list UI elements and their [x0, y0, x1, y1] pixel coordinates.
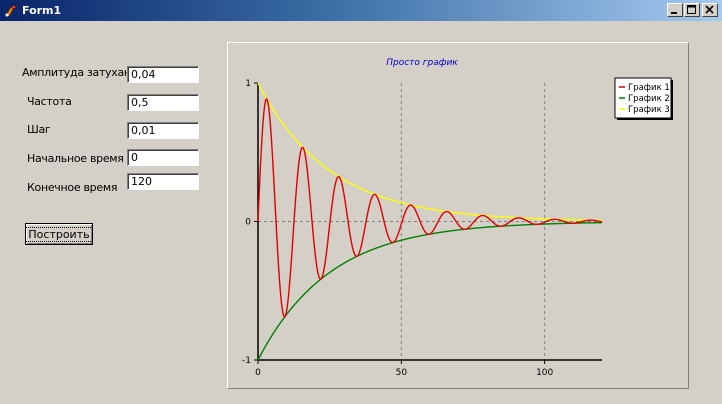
legend-label: График 3: [628, 105, 670, 115]
maximize-button[interactable]: [684, 3, 700, 17]
amplitude-input[interactable]: 0,04: [127, 66, 199, 83]
frequency-label: Частота: [27, 95, 72, 108]
x-tick-label: 50: [396, 368, 408, 378]
build-button[interactable]: Построить: [25, 223, 93, 245]
plot-area: [258, 83, 602, 360]
y-tick-label: -1: [242, 356, 251, 366]
title-bar[interactable]: Form1: [0, 0, 722, 21]
step-input[interactable]: 0,01: [127, 122, 199, 139]
legend-label: График 1: [628, 83, 670, 93]
close-icon: [705, 5, 714, 14]
y-tick-label: 0: [245, 218, 251, 228]
y-tick-label: 1: [245, 79, 251, 89]
minimize-icon: [671, 12, 677, 14]
step-label: Шаг: [27, 123, 51, 136]
start-time-input[interactable]: 0: [127, 149, 199, 166]
x-tick-label: 0: [255, 368, 261, 378]
window-controls: [666, 3, 718, 17]
window-title: Form1: [22, 4, 62, 17]
chart: Просто график 0 50 100-101 График 1График …: [242, 58, 673, 378]
chart-title: Просто график: [386, 58, 458, 68]
start-time-label: Начальное время: [27, 152, 124, 165]
legend-label: График 2: [628, 94, 670, 104]
maximize-icon: [687, 5, 696, 14]
legend: График 1График 2График 3: [614, 77, 673, 120]
frequency-input[interactable]: 0,5: [127, 94, 199, 111]
end-time-input[interactable]: 120: [127, 173, 199, 190]
chart-panel: Просто график 0 50 100 -1 0 1 График 1 График …: [227, 42, 689, 389]
minimize-button[interactable]: [667, 3, 683, 17]
amplitude-label: Амплитуда затухания: [22, 66, 144, 79]
end-time-label: Конечное время: [27, 181, 118, 194]
build-button-label: Построить: [25, 226, 93, 242]
x-tick-label: 100: [536, 368, 553, 378]
app-icon: [5, 4, 17, 16]
close-button[interactable]: [702, 3, 718, 17]
